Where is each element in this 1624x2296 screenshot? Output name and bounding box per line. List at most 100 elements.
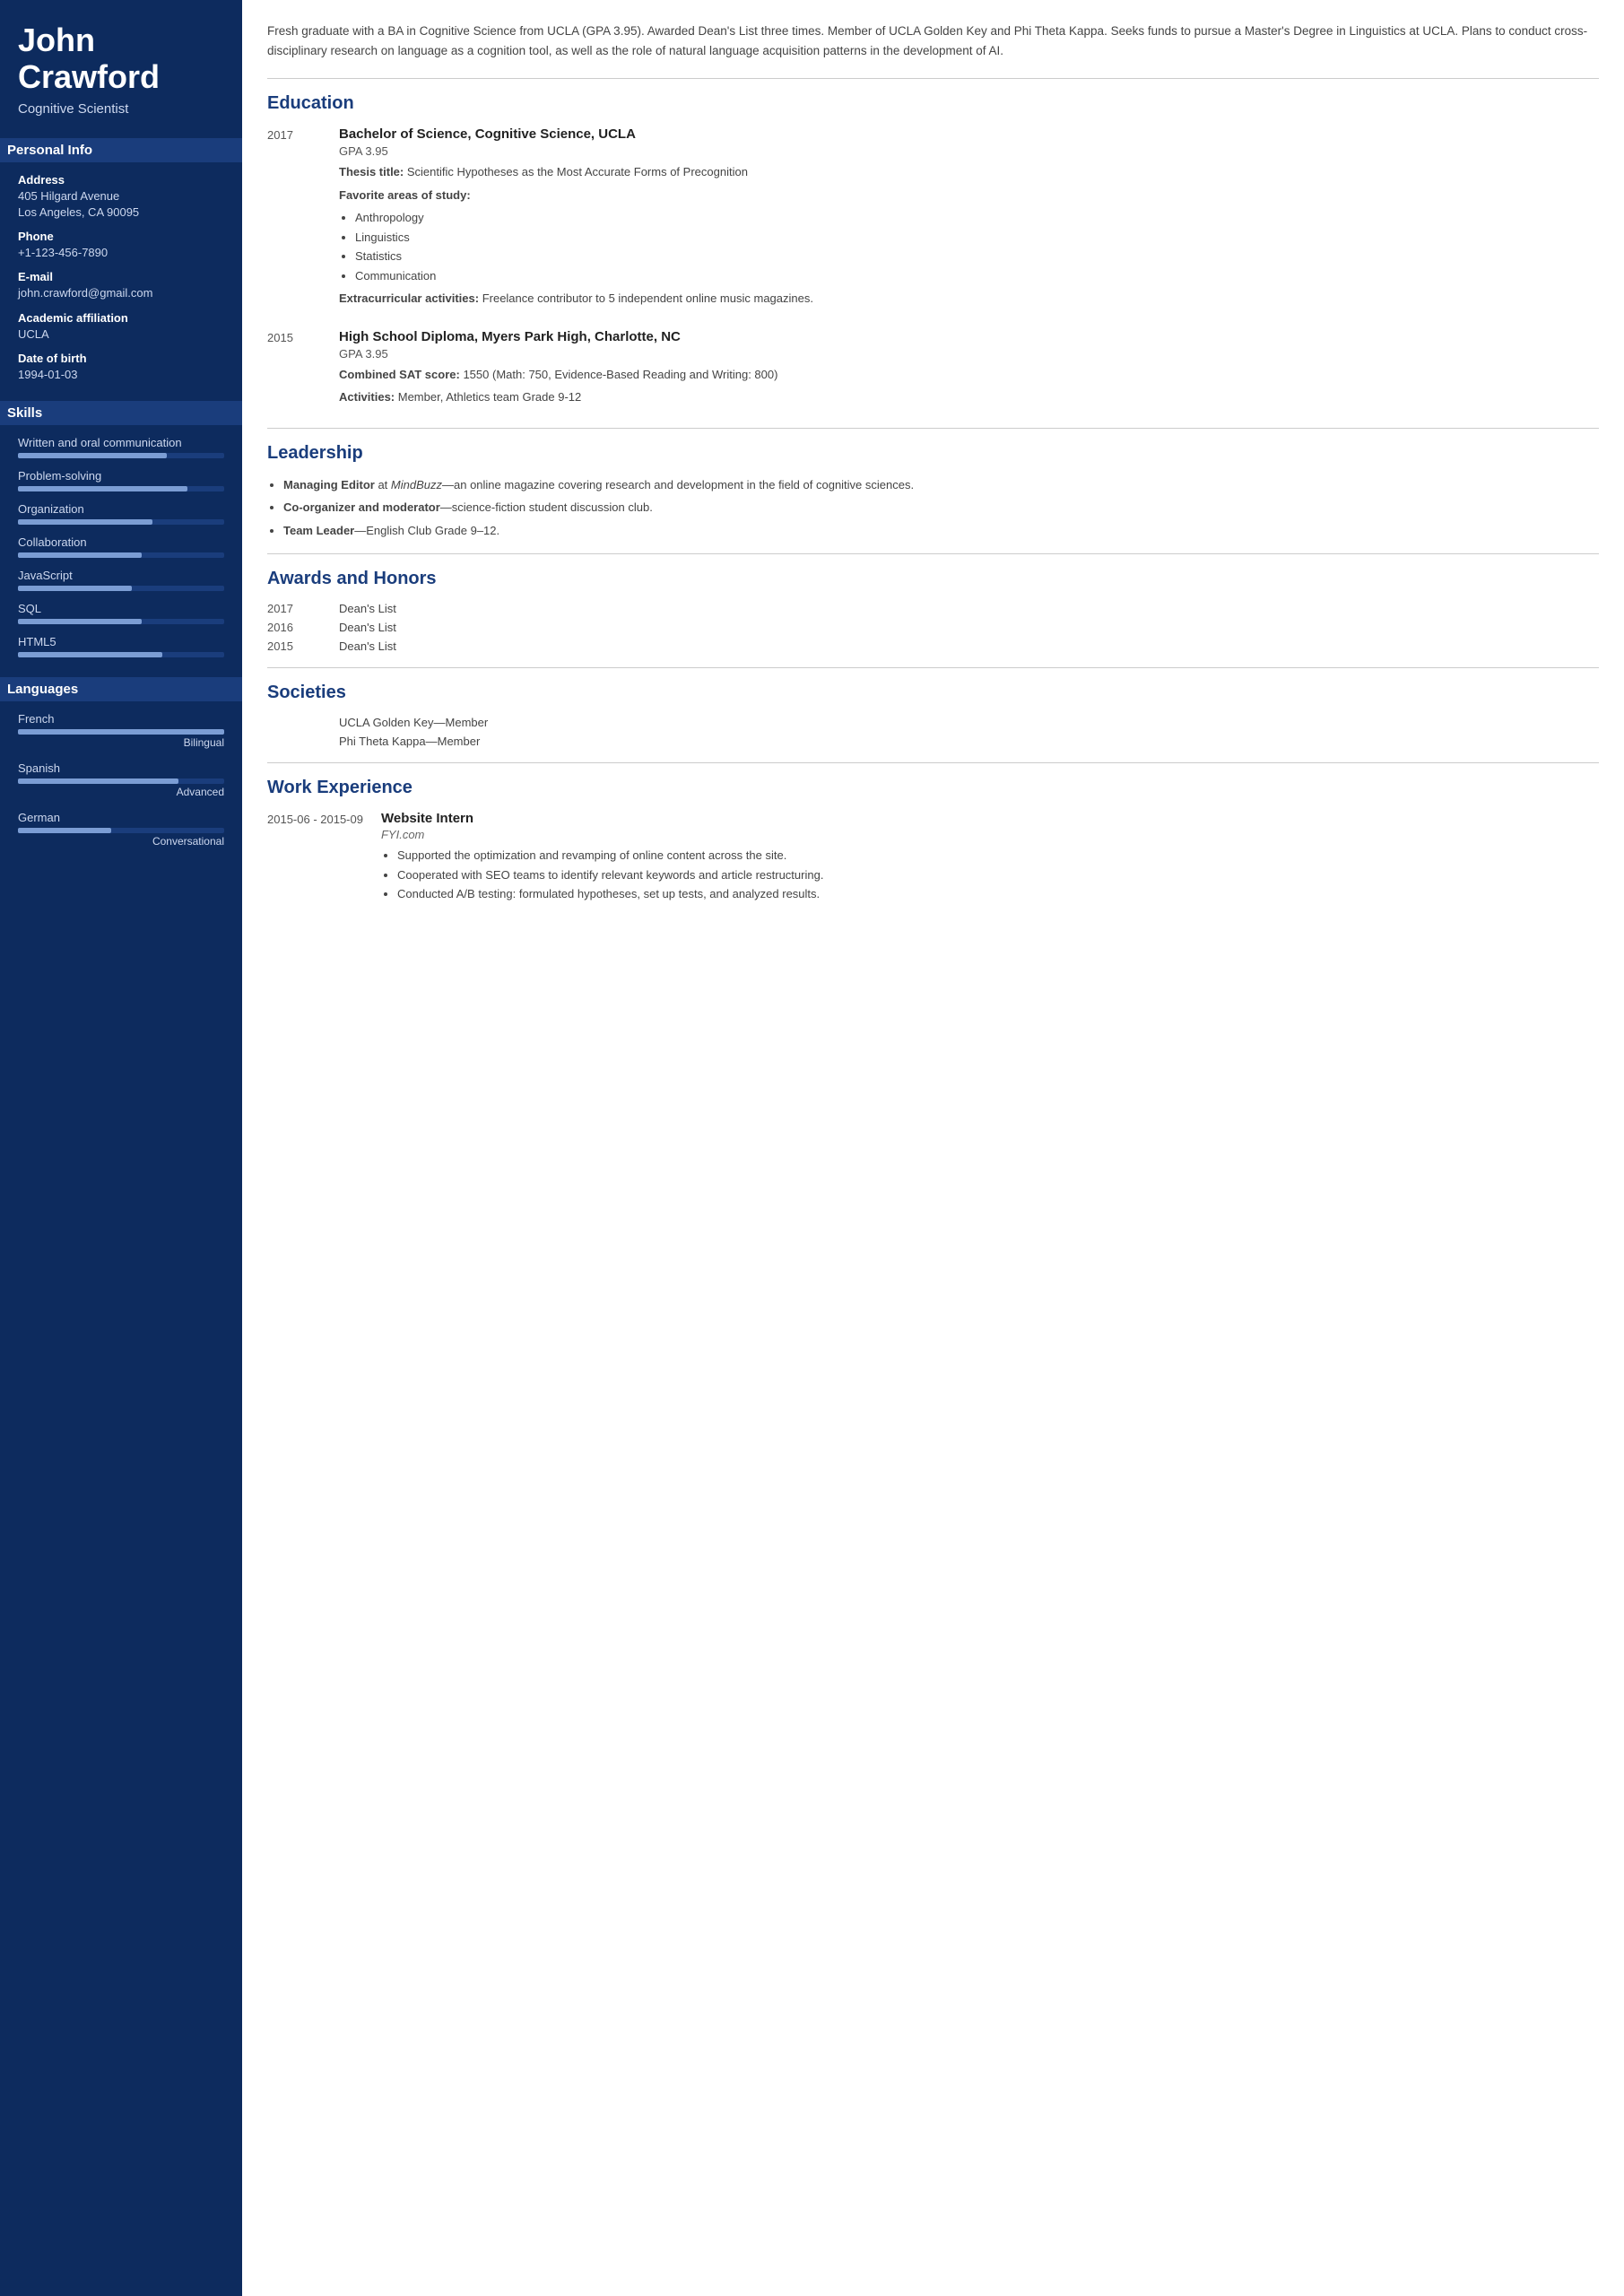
email-value: john.crawford@gmail.com — [18, 286, 152, 300]
email-label: E-mail — [18, 270, 224, 283]
education-heading: Education — [267, 93, 1599, 114]
skill-bar-fill — [18, 586, 132, 591]
skill-bar-bg — [18, 486, 224, 491]
language-name: Spanish — [18, 761, 224, 775]
main-content: Fresh graduate with a BA in Cognitive Sc… — [242, 0, 1624, 2296]
skill-item: JavaScript — [18, 569, 224, 591]
language-level: Advanced — [18, 786, 224, 798]
leadership-list: Managing Editor at MindBuzz—an online ma… — [267, 476, 1599, 540]
address-value: 405 Hilgard Avenue Los Angeles, CA 90095 — [18, 189, 139, 219]
dob-label: Date of birth — [18, 352, 224, 365]
list-item: Statistics — [355, 248, 1599, 265]
awards-list: 2017 Dean's List 2016 Dean's List 2015 D… — [267, 602, 1599, 653]
work-content: Website Intern FYI.com Supported the opt… — [381, 811, 1599, 909]
award-year: 2016 — [267, 621, 321, 634]
edu-extra-1: Extracurricular activities: Freelance co… — [339, 290, 1599, 308]
skill-bar-bg — [18, 586, 224, 591]
skill-name: SQL — [18, 602, 224, 615]
award-entry: 2017 Dean's List — [267, 602, 1599, 615]
skill-bar-fill — [18, 552, 142, 558]
address-item: Address 405 Hilgard Avenue Los Angeles, … — [18, 173, 224, 221]
edu-fav-areas-1: Anthropology Linguistics Statistics Comm… — [339, 209, 1599, 284]
awards-heading: Awards and Honors — [267, 569, 1599, 589]
skill-bar-fill — [18, 486, 187, 491]
skill-item: Organization — [18, 502, 224, 525]
edu-gpa-2: GPA 3.95 — [339, 347, 1599, 361]
language-name: French — [18, 712, 224, 726]
list-item: Communication — [355, 267, 1599, 285]
award-year: 2015 — [267, 639, 321, 653]
work-company: FYI.com — [381, 828, 1599, 841]
language-level: Conversational — [18, 835, 224, 848]
work-dates: 2015-06 - 2015-09 — [267, 811, 363, 909]
skill-item: HTML5 — [18, 635, 224, 657]
language-bar-fill — [18, 729, 224, 735]
list-item: Linguistics — [355, 229, 1599, 247]
affiliation-value: UCLA — [18, 327, 49, 341]
skill-item: SQL — [18, 602, 224, 624]
edu-entry-1: 2017 Bachelor of Science, Cognitive Scie… — [267, 126, 1599, 313]
sidebar-name: John Crawford — [18, 22, 224, 96]
languages-section-title: Languages — [0, 677, 242, 701]
society-entry: UCLA Golden Key—Member — [267, 716, 1599, 729]
email-item: E-mail john.crawford@gmail.com — [18, 270, 224, 301]
list-item: Cooperated with SEO teams to identify re… — [397, 866, 1599, 884]
award-entry: 2016 Dean's List — [267, 621, 1599, 634]
skill-bar-fill — [18, 652, 162, 657]
award-name: Dean's List — [339, 639, 396, 653]
list-item: Conducted A/B testing: formulated hypoth… — [397, 885, 1599, 903]
society-spacer — [267, 716, 321, 729]
language-name: German — [18, 811, 224, 824]
award-entry: 2015 Dean's List — [267, 639, 1599, 653]
skill-item: Problem-solving — [18, 469, 224, 491]
language-item: French Bilingual — [18, 712, 224, 749]
language-bar-bg — [18, 778, 224, 784]
skill-name: Collaboration — [18, 535, 224, 549]
personal-info-section-title: Personal Info — [0, 138, 242, 162]
edu-fav-label-1: Favorite areas of study: — [339, 187, 1599, 204]
dob-item: Date of birth 1994-01-03 — [18, 352, 224, 383]
edu-content-2: High School Diploma, Myers Park High, Ch… — [339, 329, 1599, 412]
skills-list: Written and oral communication Problem-s… — [18, 436, 224, 668]
list-item: Team Leader—English Club Grade 9–12. — [283, 522, 1599, 540]
edu-sat-2: Combined SAT score: 1550 (Math: 750, Evi… — [339, 366, 1599, 384]
languages-list: French Bilingual Spanish Advanced German… — [18, 712, 224, 860]
skill-item: Collaboration — [18, 535, 224, 558]
leadership-heading: Leadership — [267, 443, 1599, 464]
affiliation-item: Academic affiliation UCLA — [18, 311, 224, 343]
skill-item: Written and oral communication — [18, 436, 224, 458]
society-entry: Phi Theta Kappa—Member — [267, 735, 1599, 748]
work-heading: Work Experience — [267, 778, 1599, 798]
societies-heading: Societies — [267, 683, 1599, 703]
award-name: Dean's List — [339, 621, 396, 634]
skill-bar-bg — [18, 619, 224, 624]
skill-name: Problem-solving — [18, 469, 224, 483]
affiliation-label: Academic affiliation — [18, 311, 224, 325]
work-title: Website Intern — [381, 811, 1599, 826]
list-item: Co-organizer and moderator—science-ficti… — [283, 499, 1599, 517]
skill-bar-fill — [18, 453, 167, 458]
work-entry: 2015-06 - 2015-09 Website Intern FYI.com… — [267, 811, 1599, 909]
edu-title-1: Bachelor of Science, Cognitive Science, … — [339, 126, 1599, 142]
edu-year-1: 2017 — [267, 126, 321, 313]
skill-bar-bg — [18, 453, 224, 458]
skill-name: Written and oral communication — [18, 436, 224, 449]
edu-thesis-1: Thesis title: Scientific Hypotheses as t… — [339, 163, 1599, 181]
award-year: 2017 — [267, 602, 321, 615]
skill-bar-fill — [18, 519, 152, 525]
award-name: Dean's List — [339, 602, 396, 615]
society-spacer — [267, 735, 321, 748]
language-level: Bilingual — [18, 736, 224, 749]
skill-bar-bg — [18, 552, 224, 558]
phone-label: Phone — [18, 230, 224, 243]
language-item: Spanish Advanced — [18, 761, 224, 798]
work-bullets: Supported the optimization and revamping… — [381, 847, 1599, 903]
society-name: UCLA Golden Key—Member — [339, 716, 488, 729]
edu-year-2: 2015 — [267, 329, 321, 412]
sidebar: John Crawford Cognitive Scientist Person… — [0, 0, 242, 2296]
language-bar-bg — [18, 828, 224, 833]
language-bar-fill — [18, 828, 111, 833]
edu-content-1: Bachelor of Science, Cognitive Science, … — [339, 126, 1599, 313]
phone-value: +1-123-456-7890 — [18, 246, 108, 259]
societies-list: UCLA Golden Key—Member Phi Theta Kappa—M… — [267, 716, 1599, 748]
